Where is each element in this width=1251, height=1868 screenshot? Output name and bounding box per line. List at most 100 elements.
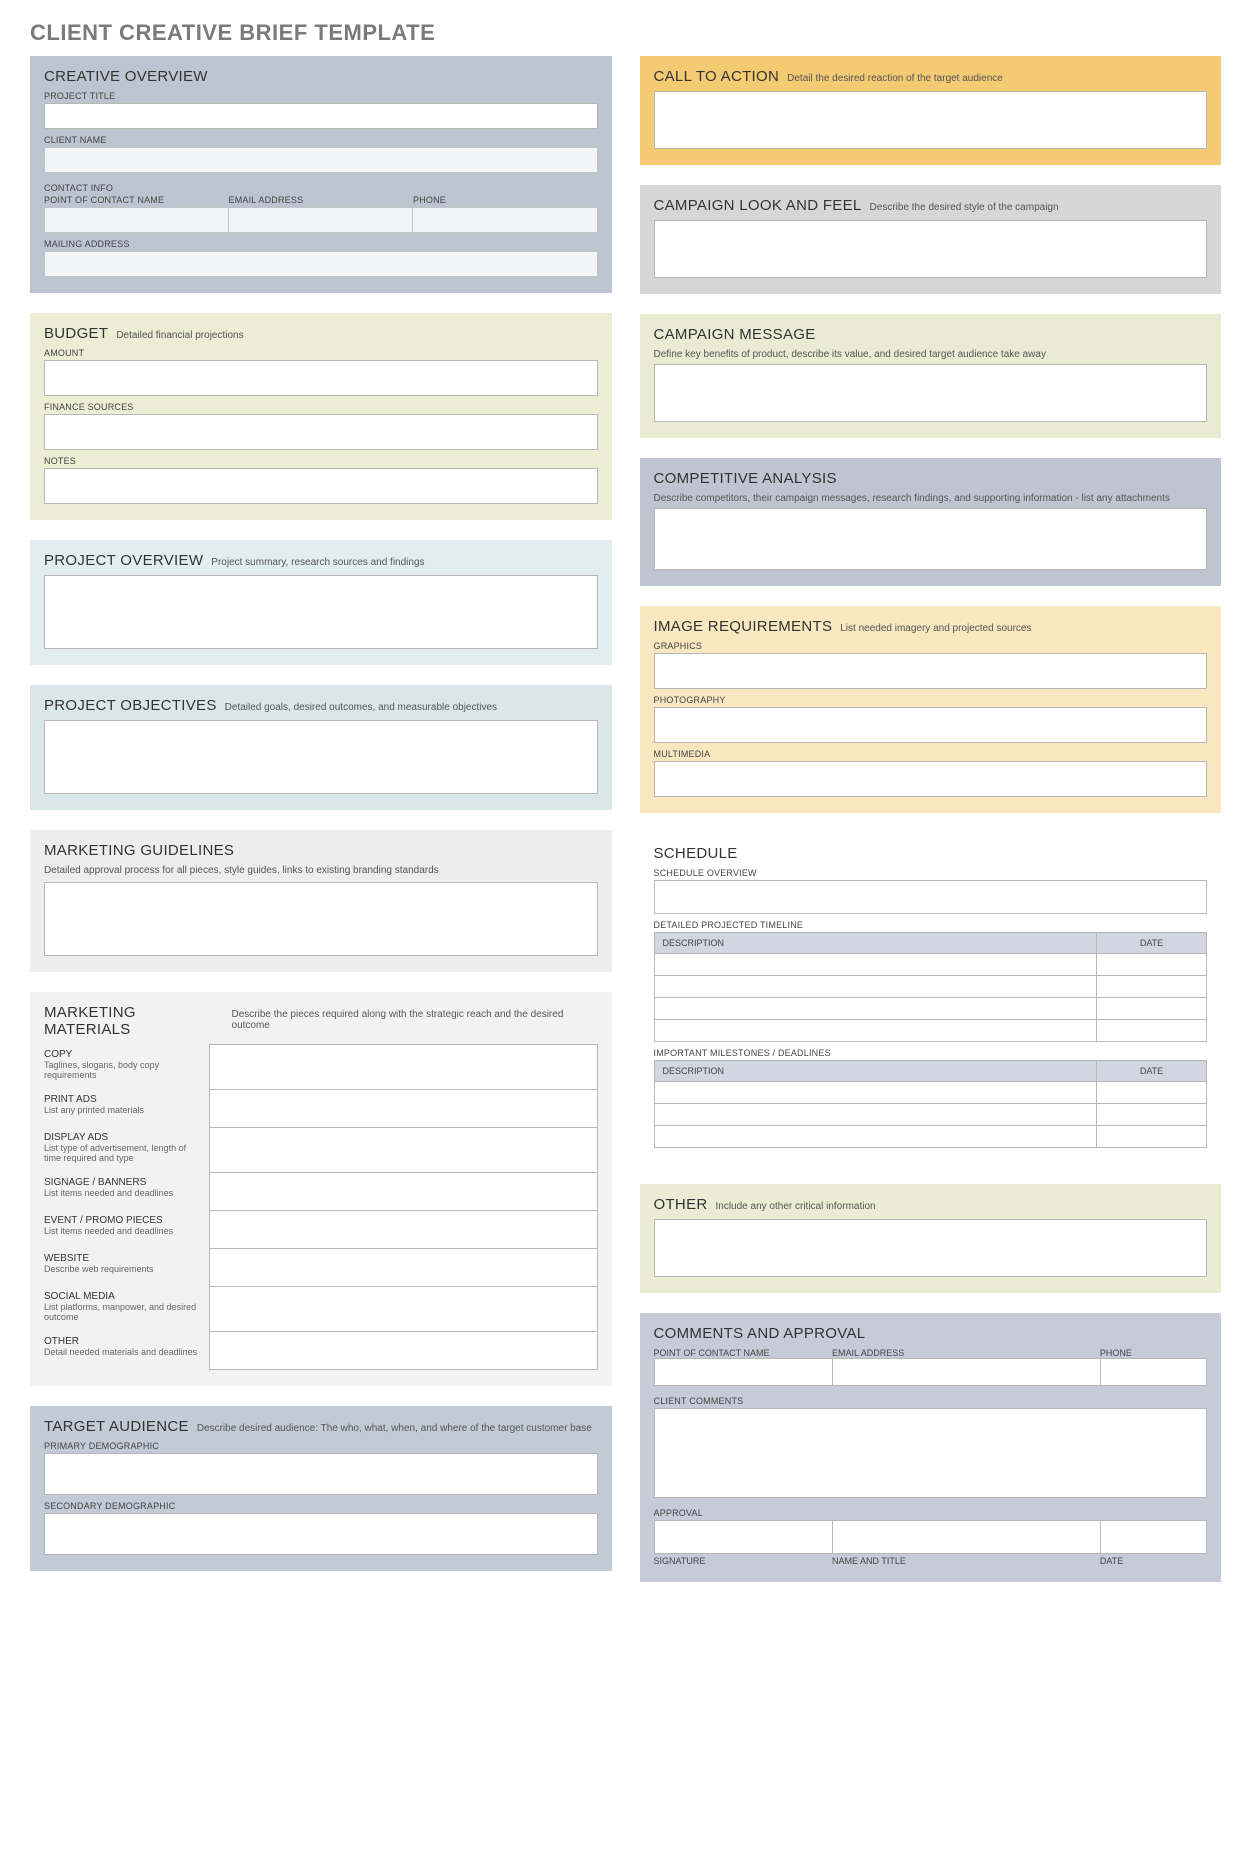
other-panel: OTHER Include any other critical informa…: [640, 1184, 1222, 1293]
primary-demo-input[interactable]: [44, 1453, 598, 1495]
mm-row-name: SIGNAGE / BANNERS: [44, 1177, 203, 1188]
look-feel-panel: CAMPAIGN LOOK AND FEEL Describe the desi…: [640, 185, 1222, 294]
milestones-row-date[interactable]: [1097, 1104, 1207, 1126]
mm-row-input[interactable]: [209, 1045, 597, 1090]
milestones-row-desc[interactable]: [654, 1104, 1097, 1126]
photo-input[interactable]: [654, 707, 1208, 743]
image-req-title: IMAGE REQUIREMENTS: [654, 618, 833, 635]
mm-row-name: WEBSITE: [44, 1253, 203, 1264]
mm-row-desc: Detail needed materials and deadlines: [44, 1347, 203, 1357]
mm-row-desc: List any printed materials: [44, 1105, 203, 1115]
timeline-row-date[interactable]: [1097, 954, 1207, 976]
timeline-row-date[interactable]: [1097, 998, 1207, 1020]
look-feel-input[interactable]: [654, 220, 1208, 278]
comments-phone-input[interactable]: [1100, 1358, 1207, 1386]
comments-poc-input[interactable]: [654, 1358, 833, 1386]
phone-input[interactable]: [413, 207, 598, 233]
project-objectives-title: PROJECT OBJECTIVES: [44, 697, 217, 714]
other-sub: Include any other critical information: [716, 1201, 876, 1212]
mm-label-cell: EVENT / PROMO PIECESList items needed an…: [44, 1211, 209, 1249]
date-label: DATE: [1100, 1556, 1207, 1566]
timeline-row-date[interactable]: [1097, 976, 1207, 998]
mailing-input[interactable]: [44, 251, 598, 277]
message-panel: CAMPAIGN MESSAGE Define key benefits of …: [640, 314, 1222, 438]
project-objectives-input[interactable]: [44, 720, 598, 794]
milestones-row-desc[interactable]: [654, 1082, 1097, 1104]
marketing-materials-sub: Describe the pieces required along with …: [232, 1009, 598, 1031]
budget-title: BUDGET: [44, 325, 108, 342]
other-title: OTHER: [654, 1196, 708, 1213]
other-input[interactable]: [654, 1219, 1208, 1277]
mailing-label: MAILING ADDRESS: [44, 239, 598, 249]
client-comments-input[interactable]: [654, 1408, 1208, 1498]
signature-label: SIGNATURE: [654, 1556, 833, 1566]
mm-row-name: EVENT / PROMO PIECES: [44, 1215, 203, 1226]
milestones-row-date[interactable]: [1097, 1082, 1207, 1104]
project-overview-sub: Project summary, research sources and fi…: [211, 557, 424, 568]
competitive-input[interactable]: [654, 508, 1208, 570]
budget-sub: Detailed financial projections: [116, 330, 243, 341]
mm-row-desc: Taglines, slogans, body copy requirement…: [44, 1060, 203, 1080]
amount-input[interactable]: [44, 360, 598, 396]
client-name-input[interactable]: [44, 147, 598, 173]
multi-label: MULTIMEDIA: [654, 749, 1208, 759]
cta-input[interactable]: [654, 91, 1208, 149]
milestones-label: IMPORTANT MILESTONES / DEADLINES: [654, 1048, 1208, 1058]
multi-input[interactable]: [654, 761, 1208, 797]
timeline-row-date[interactable]: [1097, 1020, 1207, 1042]
milestones-row-date[interactable]: [1097, 1126, 1207, 1148]
timeline-table: DESCRIPTIONDATE: [654, 932, 1208, 1042]
comments-email-label: EMAIL ADDRESS: [832, 1348, 1100, 1358]
left-column: CREATIVE OVERVIEW PROJECT TITLE CLIENT N…: [30, 56, 612, 1582]
marketing-guidelines-panel: MARKETING GUIDELINES Detailed approval p…: [30, 830, 612, 972]
secondary-demo-input[interactable]: [44, 1513, 598, 1555]
timeline-row-desc[interactable]: [654, 976, 1097, 998]
marketing-guidelines-input[interactable]: [44, 882, 598, 956]
competitive-title: COMPETITIVE ANALYSIS: [654, 470, 837, 487]
timeline-row-desc[interactable]: [654, 998, 1097, 1020]
date-input[interactable]: [1100, 1520, 1207, 1554]
schedule-overview-input[interactable]: [654, 880, 1208, 914]
mm-row-input[interactable]: [209, 1211, 597, 1249]
notes-label: NOTES: [44, 456, 598, 466]
mm-label-cell: COPYTaglines, slogans, body copy require…: [44, 1045, 209, 1090]
timeline-row-desc[interactable]: [654, 1020, 1097, 1042]
message-input[interactable]: [654, 364, 1208, 422]
mm-row-input[interactable]: [209, 1090, 597, 1128]
mm-row-input[interactable]: [209, 1128, 597, 1173]
project-overview-input[interactable]: [44, 575, 598, 649]
finance-input[interactable]: [44, 414, 598, 450]
page-title: CLIENT CREATIVE BRIEF TEMPLATE: [30, 20, 1221, 46]
mm-row-desc: List type of advertisement, length of ti…: [44, 1143, 203, 1163]
project-title-input[interactable]: [44, 103, 598, 129]
notes-input[interactable]: [44, 468, 598, 504]
timeline-date-header: DATE: [1097, 933, 1207, 954]
creative-overview-panel: CREATIVE OVERVIEW PROJECT TITLE CLIENT N…: [30, 56, 612, 293]
graphics-input[interactable]: [654, 653, 1208, 689]
mm-row-input[interactable]: [209, 1332, 597, 1370]
comments-panel: COMMENTS AND APPROVAL POINT OF CONTACT N…: [640, 1313, 1222, 1582]
marketing-guidelines-title: MARKETING GUIDELINES: [44, 842, 234, 859]
mm-row-input[interactable]: [209, 1287, 597, 1332]
poc-input[interactable]: [44, 207, 229, 233]
milestones-table: DESCRIPTIONDATE: [654, 1060, 1208, 1148]
finance-label: FINANCE SOURCES: [44, 402, 598, 412]
schedule-overview-label: SCHEDULE OVERVIEW: [654, 868, 1208, 878]
primary-demo-label: PRIMARY DEMOGRAPHIC: [44, 1441, 598, 1451]
mm-label-cell: DISPLAY ADSList type of advertisement, l…: [44, 1128, 209, 1173]
comments-email-input[interactable]: [832, 1358, 1100, 1386]
schedule-title: SCHEDULE: [654, 845, 738, 862]
message-title: CAMPAIGN MESSAGE: [654, 326, 816, 343]
comments-title: COMMENTS AND APPROVAL: [654, 1325, 866, 1342]
milestones-row-desc[interactable]: [654, 1126, 1097, 1148]
timeline-row-desc[interactable]: [654, 954, 1097, 976]
name-title-input[interactable]: [832, 1520, 1100, 1554]
mm-row-name: DISPLAY ADS: [44, 1132, 203, 1143]
email-input[interactable]: [229, 207, 414, 233]
project-overview-panel: PROJECT OVERVIEW Project summary, resear…: [30, 540, 612, 665]
signature-input[interactable]: [654, 1520, 833, 1554]
mm-row-input[interactable]: [209, 1249, 597, 1287]
mm-row-input[interactable]: [209, 1173, 597, 1211]
marketing-materials-title: MARKETING MATERIALS: [44, 1004, 224, 1038]
right-column: CALL TO ACTION Detail the desired reacti…: [640, 56, 1222, 1582]
